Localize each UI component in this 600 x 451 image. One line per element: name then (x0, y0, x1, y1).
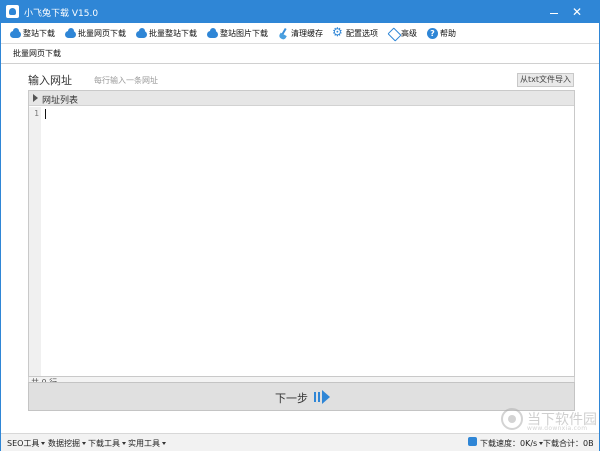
watermark-logo-icon (501, 408, 523, 430)
toolbar-item-label: 整站图片下载 (220, 28, 268, 38)
app-logo-icon (6, 5, 19, 18)
main-panel: 输入网址 每行输入一条网址 从txt文件导入 网址列表 1 共 0 行 下一步 (11, 64, 591, 424)
chevron-down-icon (162, 442, 166, 445)
toolbar-site-download-button[interactable]: 整站下载 (10, 25, 55, 41)
menu-label: 下载工具 (88, 439, 120, 448)
triangle-right-icon[interactable] (33, 94, 38, 102)
toolbar-settings-button[interactable]: 配置选项 (332, 25, 378, 41)
arrow-bar (318, 392, 320, 402)
toolbar-batch-page-download-button[interactable]: 批量网页下载 (65, 25, 126, 41)
toolbar-batch-site-download-button[interactable]: 批量整站下载 (136, 25, 197, 41)
arrow-head (322, 390, 330, 404)
section-hint: 每行输入一条网址 (94, 76, 158, 85)
download-total: 下载合计：0B (543, 439, 594, 448)
section-title: 输入网址 (28, 74, 72, 87)
help-icon (427, 27, 438, 39)
download-speed-label: 下载速度：0K/s (480, 439, 538, 448)
window-title: 小飞兔下载 V15.0 (24, 9, 99, 19)
next-step-button[interactable]: 下一步 (28, 382, 575, 411)
toolbar: 整站下载 批量网页下载 批量整站下载 整站图片下载 清理缓存 配置选项 高级 (1, 23, 599, 43)
cloud-download-icon (65, 27, 76, 39)
toolbar-item-label: 清理缓存 (291, 28, 323, 38)
toolbar-clear-cache-button[interactable]: 清理缓存 (278, 25, 323, 41)
chevron-down-icon (122, 442, 126, 445)
toolbar-advanced-button[interactable]: 高级 (388, 25, 417, 41)
cloud-download-icon (136, 27, 147, 39)
toolbar-item-label: 配置选项 (346, 28, 378, 38)
menu-label: SEO工具 (7, 439, 40, 448)
cloud-download-icon (207, 27, 218, 39)
chevron-down-icon (41, 442, 46, 445)
editor-header[interactable]: 网址列表 (29, 91, 574, 106)
tab-batch-page-download[interactable]: 批量网页下载 (13, 48, 61, 59)
minimize-button[interactable] (544, 4, 564, 20)
tab-strip: 批量网页下载 (1, 43, 599, 64)
toolbar-item-label: 批量网页下载 (78, 28, 126, 38)
chevron-down-icon (82, 442, 86, 445)
gear-icon (332, 25, 344, 39)
arrow-right-icon (314, 390, 330, 404)
app-window: 小飞兔下载 V15.0 ✕ 整站下载 批量网页下载 批量整站下载 整站图片下载 … (0, 0, 600, 451)
menu-label: 实用工具 (128, 439, 160, 448)
broom-icon (278, 28, 289, 39)
toolbar-item-label: 整站下载 (23, 28, 55, 38)
download-tools-menu[interactable]: 下载工具 (88, 438, 126, 449)
watermark: 当下软件园 www.downxia.com (501, 406, 597, 434)
arrow-bar (314, 392, 316, 402)
next-step-label: 下一步 (275, 392, 308, 405)
title-bar[interactable]: 小飞兔下载 V15.0 ✕ (1, 1, 599, 23)
import-txt-button[interactable]: 从txt文件导入 (517, 73, 574, 87)
line-number: 1 (34, 109, 39, 118)
text-caret[interactable] (45, 109, 46, 119)
toolbar-item-label: 批量整站下载 (149, 28, 197, 38)
thumbs-up-icon[interactable] (468, 437, 477, 446)
seo-tools-menu[interactable]: SEO工具 (7, 438, 46, 449)
line-number-gutter: 1 (29, 107, 41, 376)
gem-icon (388, 28, 399, 39)
toolbar-item-label: 高级 (401, 28, 417, 38)
data-mining-menu[interactable]: 数据挖掘 (48, 438, 86, 449)
cloud-download-icon (10, 27, 21, 39)
utility-tools-menu[interactable]: 实用工具 (128, 438, 166, 449)
watermark-url: www.downxia.com (527, 425, 588, 432)
status-bar: SEO工具 数据挖掘 下载工具 实用工具 下载速度：0K/s 下载合计：0B (1, 433, 599, 451)
url-list-editor[interactable]: 网址列表 1 (28, 90, 575, 377)
editor-header-label: 网址列表 (42, 96, 79, 106)
download-speed[interactable]: 下载速度：0K/s (480, 438, 544, 449)
menu-label: 数据挖掘 (48, 439, 80, 448)
close-button[interactable]: ✕ (567, 4, 587, 20)
toolbar-help-button[interactable]: 帮助 (427, 25, 456, 41)
toolbar-site-image-download-button[interactable]: 整站图片下载 (207, 25, 268, 41)
toolbar-item-label: 帮助 (440, 28, 456, 38)
